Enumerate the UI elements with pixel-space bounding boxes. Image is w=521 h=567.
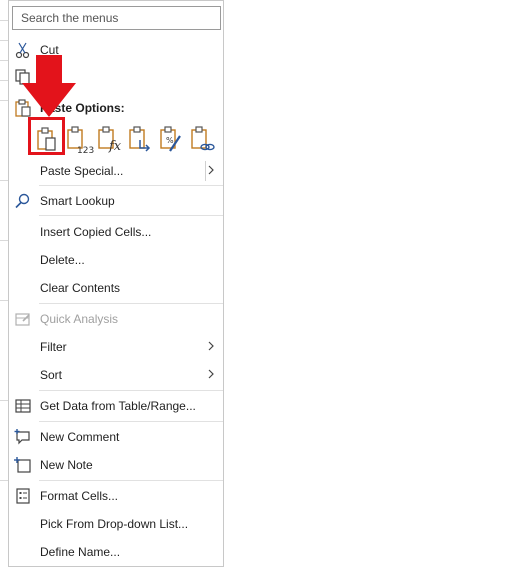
paste-values-button[interactable]: 123 xyxy=(63,123,94,155)
paste-transpose-icon xyxy=(129,126,151,152)
menu-item-label: New Comment xyxy=(40,430,120,444)
menu-item-label: Insert Copied Cells... xyxy=(40,225,152,239)
menu-item-filter[interactable]: Filter xyxy=(9,334,223,360)
menu-item-quick-analysis: Quick Analysis xyxy=(9,306,223,332)
menu-item-label: Filter xyxy=(40,340,67,354)
menu-item-label: Define Name... xyxy=(40,545,121,559)
menu-item-label: Quick Analysis xyxy=(40,312,119,326)
chevron-right-icon xyxy=(208,341,214,351)
menu-item-sort[interactable]: Sort xyxy=(9,362,223,388)
new-note-icon xyxy=(14,457,31,473)
search-icon xyxy=(15,193,30,209)
menu-item-define-name[interactable]: Define Name... xyxy=(9,539,223,565)
chevron-right-icon xyxy=(208,165,214,175)
menu-separator xyxy=(39,421,223,422)
red-arrow-annotation xyxy=(22,55,76,117)
svg-text:%: % xyxy=(166,136,174,145)
menu-separator xyxy=(39,185,223,186)
menu-item-pick-from-dropdown[interactable]: Pick From Drop-down List... xyxy=(9,511,223,537)
paste-formatting-icon: % xyxy=(160,126,181,152)
chevron-right-icon xyxy=(208,369,214,379)
menu-separator xyxy=(39,390,223,391)
paste-link-button[interactable] xyxy=(187,123,217,155)
new-comment-icon xyxy=(14,429,30,445)
menu-item-clear-contents[interactable]: Clear Contents xyxy=(9,275,223,301)
paste-formulas-button[interactable]: fx xyxy=(94,123,124,155)
menu-item-label: New Note xyxy=(40,458,93,472)
search-menus-input[interactable] xyxy=(12,6,221,30)
menu-item-label: Paste Special... xyxy=(40,164,124,178)
menu-item-label: Clear Contents xyxy=(40,281,121,295)
menu-item-label: Get Data from Table/Range... xyxy=(40,399,196,413)
menu-item-label: Delete... xyxy=(40,253,85,267)
menu-item-delete[interactable]: Delete... xyxy=(9,247,223,273)
paste-values-icon: 123 xyxy=(67,126,94,154)
quick-analysis-icon xyxy=(15,313,30,326)
menu-item-format-cells[interactable]: Format Cells... xyxy=(9,483,223,509)
menu-item-new-note[interactable]: New Note xyxy=(9,452,223,478)
svg-text:fx: fx xyxy=(108,139,122,154)
highlight-box xyxy=(28,117,65,155)
menu-item-label: Sort xyxy=(40,368,63,382)
menu-separator xyxy=(39,215,223,216)
menu-item-label: Pick From Drop-down List... xyxy=(40,517,189,531)
paste-link-icon xyxy=(191,126,215,151)
menu-separator xyxy=(39,303,223,304)
menu-item-label: Format Cells... xyxy=(40,489,119,503)
menu-item-insert-copied-cells[interactable]: Insert Copied Cells... xyxy=(9,219,223,245)
format-cells-icon xyxy=(16,488,30,504)
menu-item-label: Smart Lookup xyxy=(40,194,115,208)
sheet-gridlines xyxy=(0,0,8,567)
paste-formulas-icon: fx xyxy=(98,126,122,154)
table-icon xyxy=(15,399,31,413)
paste-formatting-button[interactable]: % xyxy=(156,123,186,155)
svg-text:123: 123 xyxy=(77,146,94,154)
menu-item-get-data[interactable]: Get Data from Table/Range... xyxy=(9,393,223,419)
menu-item-paste-special[interactable]: Paste Special... xyxy=(9,158,223,184)
paste-transpose-button[interactable] xyxy=(125,123,155,155)
menu-item-new-comment[interactable]: New Comment xyxy=(9,424,223,450)
menu-item-smart-lookup[interactable]: Smart Lookup xyxy=(9,188,223,214)
menu-separator xyxy=(39,480,223,481)
